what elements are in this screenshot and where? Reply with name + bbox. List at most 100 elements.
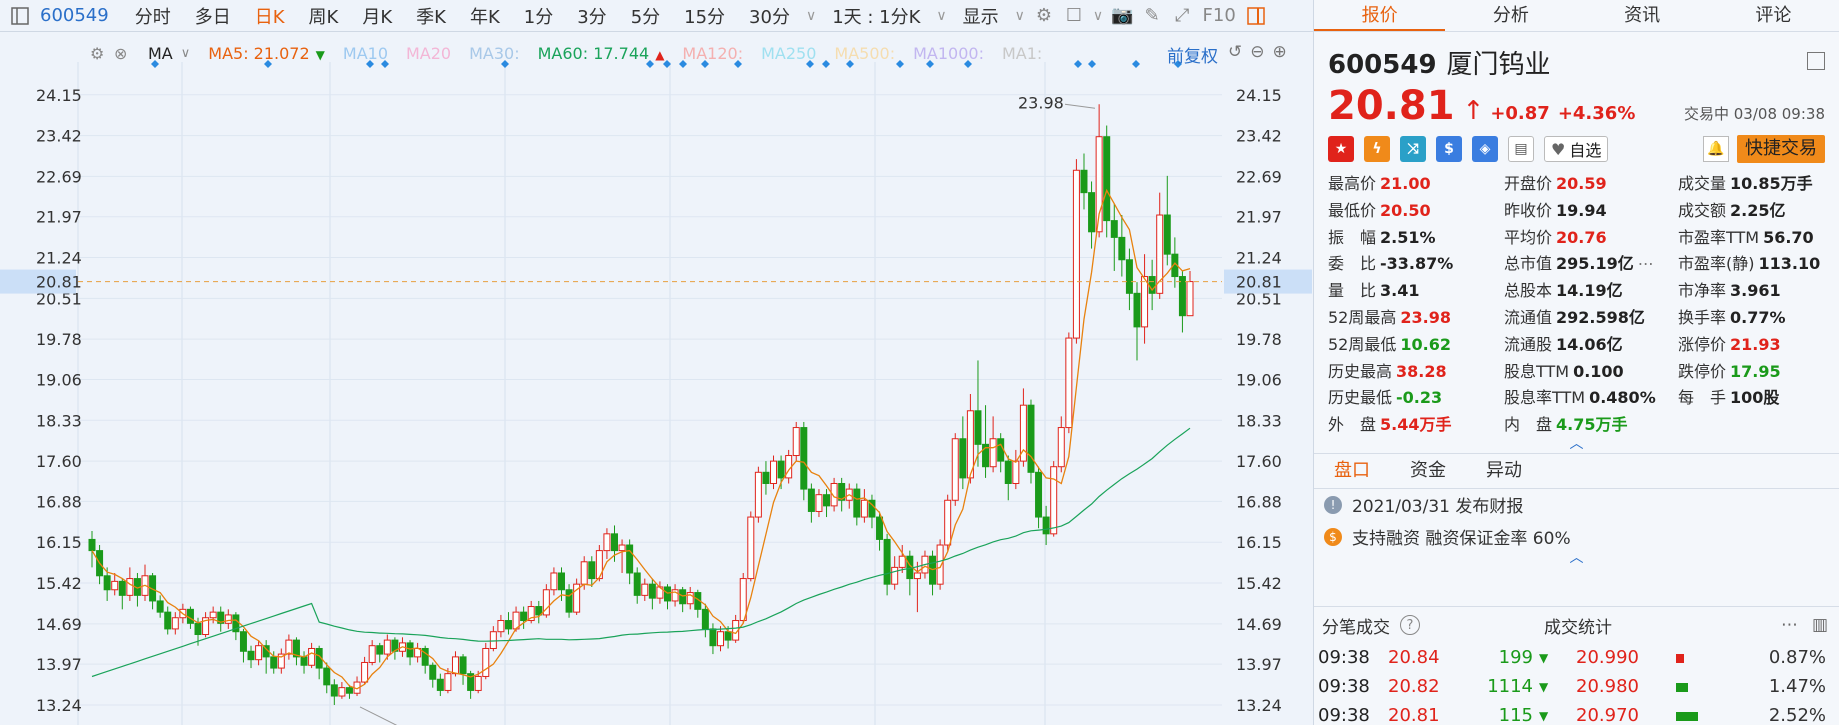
candle-body[interactable]	[118, 580, 126, 596]
candle-body[interactable]	[338, 687, 346, 697]
candle-body[interactable]	[747, 516, 755, 580]
candle-body[interactable]	[618, 544, 626, 552]
bell-icon[interactable]: 🔔	[1703, 136, 1729, 162]
candle-body[interactable]	[126, 578, 134, 596]
candle-body[interactable]	[520, 611, 528, 622]
candle-body[interactable]	[1065, 337, 1073, 429]
candle-body[interactable]	[361, 661, 369, 683]
candle-body[interactable]	[1080, 169, 1088, 194]
candle-body[interactable]	[482, 647, 490, 677]
candle-body[interactable]	[285, 639, 293, 655]
dollar-icon[interactable]: $	[1436, 136, 1462, 162]
candle-body[interactable]	[989, 438, 997, 468]
ma-legend-item[interactable]: MA20	[406, 44, 451, 63]
tag-icon[interactable]: ◈	[1472, 136, 1498, 162]
candle-body[interactable]	[610, 533, 618, 552]
ma-legend-item[interactable]: MA1:	[1002, 44, 1042, 63]
f10-button[interactable]: F10	[1197, 5, 1241, 26]
candle-body[interactable]	[376, 645, 384, 655]
timeframe-tab[interactable]: 日K	[243, 3, 297, 29]
candle-body[interactable]	[504, 620, 512, 630]
display-menu[interactable]: 显示	[951, 3, 1011, 29]
chevron-up-icon[interactable]: ︿	[1314, 437, 1839, 453]
document-icon[interactable]: ▤	[1508, 136, 1534, 162]
panel-tab[interactable]: 报价	[1314, 0, 1446, 31]
candle-body[interactable]	[1133, 292, 1141, 328]
candle-body[interactable]	[641, 583, 649, 596]
layout-icon[interactable]	[1807, 52, 1825, 70]
more-icon[interactable]: ⋯	[1781, 615, 1798, 635]
candle-body[interactable]	[474, 675, 482, 691]
candle-body[interactable]	[1050, 466, 1058, 535]
candle-body[interactable]	[1186, 281, 1194, 317]
candle-body[interactable]	[633, 572, 641, 596]
candle-body[interactable]	[88, 538, 96, 552]
adjust-mode[interactable]: 前复权	[1167, 42, 1218, 67]
ma-legend-item[interactable]: MA250	[761, 44, 816, 63]
candle-body[interactable]	[557, 572, 565, 591]
candle-body[interactable]	[876, 516, 884, 540]
shuffle-icon[interactable]: ⤨	[1400, 136, 1426, 162]
candle-body[interactable]	[406, 642, 414, 658]
quick-trade-button[interactable]: 快捷交易	[1737, 135, 1825, 163]
sidebar-icon[interactable]: ▥	[1812, 615, 1828, 635]
candle-body[interactable]	[1042, 516, 1050, 535]
zoom-out-icon[interactable]: ⊖	[1250, 42, 1264, 62]
candle-body[interactable]	[1004, 460, 1012, 484]
candle-body[interactable]	[898, 555, 906, 568]
ma-legend-item[interactable]: MA120:	[682, 44, 743, 63]
more-icon[interactable]: ⋯	[1638, 254, 1654, 273]
candle-body[interactable]	[754, 471, 762, 518]
notice-item[interactable]: $ 支持融资 融资保证金率 60%	[1314, 521, 1839, 553]
candle-body[interactable]	[270, 656, 278, 669]
timeframe-tab[interactable]: 季K	[404, 3, 458, 29]
candle-body[interactable]	[959, 438, 967, 479]
candle-body[interactable]	[444, 673, 452, 691]
candle-body[interactable]	[1057, 427, 1065, 468]
camera-icon[interactable]: 📷	[1107, 5, 1137, 26]
candle-body[interactable]	[717, 631, 725, 647]
candle-body[interactable]	[974, 410, 982, 445]
timeframe-tab[interactable]: 分时	[123, 3, 183, 29]
candle-body[interactable]	[580, 561, 588, 585]
candle-body[interactable]	[762, 471, 770, 484]
candle-body[interactable]	[603, 533, 611, 552]
candle-body[interactable]	[951, 438, 959, 501]
candle-body[interactable]	[626, 544, 634, 574]
candle-body[interactable]	[368, 645, 376, 663]
candle-body[interactable]	[944, 499, 952, 546]
chevron-down-icon[interactable]: ∨	[181, 46, 191, 61]
candle-body[interactable]	[550, 572, 558, 591]
notice-item[interactable]: ! 2021/03/31 发布财报	[1314, 489, 1839, 521]
candle-body[interactable]	[648, 583, 656, 599]
timeframe-tab[interactable]: 月K	[350, 3, 404, 29]
candle-body[interactable]	[497, 620, 505, 633]
panel-toggle-icon[interactable]	[1241, 6, 1271, 26]
candle-body[interactable]	[308, 647, 316, 666]
panel-subtab[interactable]: 盘口	[1314, 453, 1390, 489]
gear-icon[interactable]: ⚙	[1029, 5, 1059, 26]
timeframe-tab[interactable]: 周K	[297, 3, 351, 29]
candle-body[interactable]	[1125, 259, 1133, 294]
candle-body[interactable]	[330, 684, 338, 697]
timeframe-tab[interactable]: 3分	[565, 3, 618, 29]
candle-body[interactable]	[701, 608, 709, 630]
candle-body[interactable]	[891, 566, 899, 585]
candle-body[interactable]	[1110, 220, 1118, 238]
candle-body[interactable]	[1178, 276, 1186, 317]
sidebar-toggle-button[interactable]	[0, 0, 40, 32]
candle-body[interactable]	[815, 494, 823, 512]
candle-body[interactable]	[1012, 460, 1020, 484]
candle-body[interactable]	[860, 499, 868, 518]
candle-body[interactable]	[1088, 192, 1096, 233]
candle-body[interactable]	[853, 488, 861, 518]
candle-body[interactable]	[255, 645, 263, 661]
chevron-up-icon[interactable]: ︿	[1314, 551, 1839, 567]
panel-tab[interactable]: 分析	[1445, 0, 1576, 31]
candle-body[interactable]	[679, 589, 687, 605]
candle-body[interactable]	[383, 639, 391, 655]
candle-body[interactable]	[103, 575, 111, 591]
candle-body[interactable]	[459, 656, 467, 675]
candle-body[interactable]	[770, 460, 778, 484]
candle-body[interactable]	[1027, 404, 1035, 473]
